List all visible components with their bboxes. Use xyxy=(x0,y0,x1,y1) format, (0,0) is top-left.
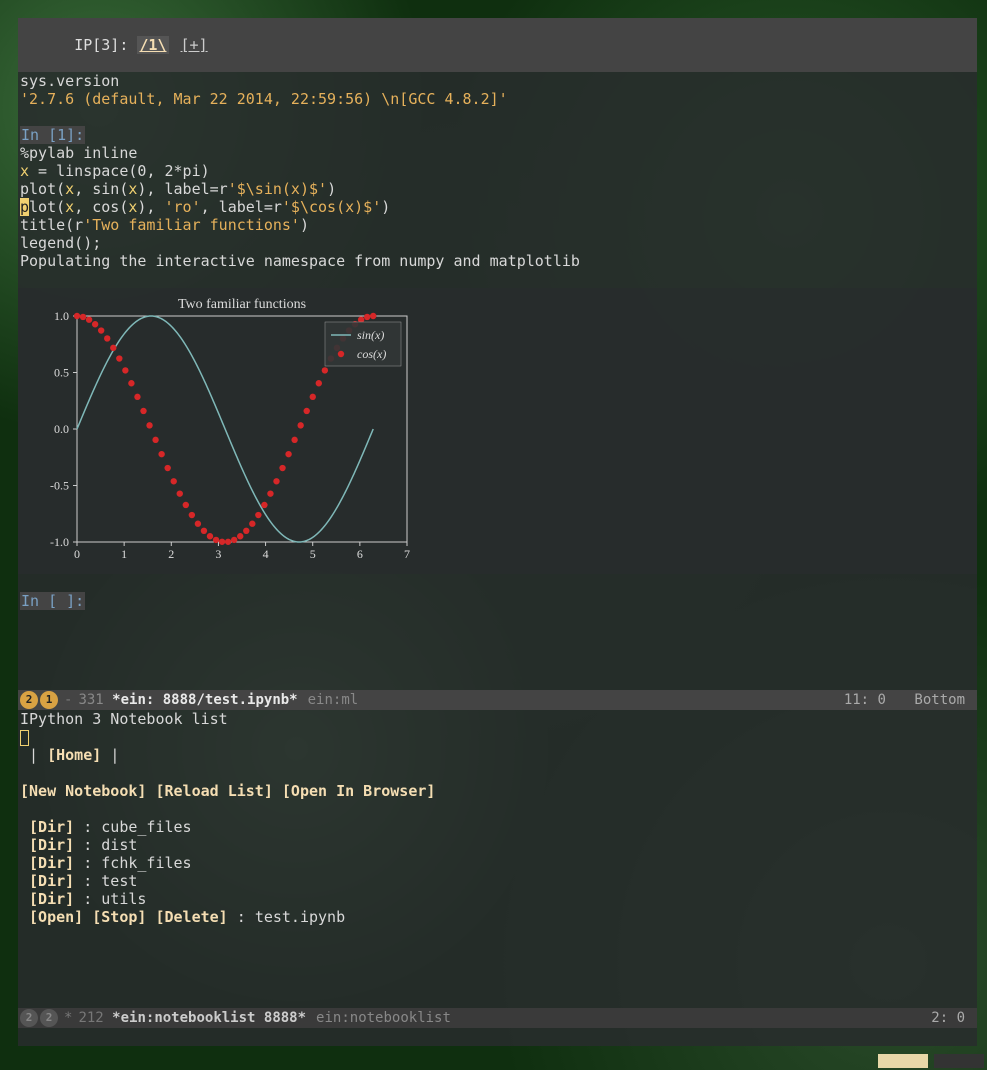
badge-frame: 2 xyxy=(20,1009,38,1027)
major-mode: ein:ml xyxy=(308,690,359,710)
svg-text:0.5: 0.5 xyxy=(54,366,69,380)
code-line[interactable]: plot(x, cos(x), 'ro', label=r'$\cos(x)$'… xyxy=(18,198,977,216)
svg-text:7: 7 xyxy=(404,547,410,561)
cursor-position: 2: 0 xyxy=(931,1010,965,1026)
dir-tag[interactable]: [Dir] xyxy=(29,854,74,872)
cell-prompt: In [1]: xyxy=(18,126,977,144)
dir-row: [Dir] : utils xyxy=(18,890,977,908)
buffer-name[interactable]: *ein:notebooklist 8888* xyxy=(112,1008,306,1028)
code-line[interactable]: sys.version xyxy=(18,72,977,90)
emacs-top-pane[interactable]: IP[3]: /1\ [+] sys.version '2.7.6 (defau… xyxy=(18,18,977,690)
svg-text:sin(x): sin(x) xyxy=(357,328,384,342)
minibuffer[interactable] xyxy=(18,1028,977,1046)
notebooklist-title: IPython 3 Notebook list xyxy=(18,710,977,728)
svg-text:cos(x): cos(x) xyxy=(357,347,386,361)
svg-text:6: 6 xyxy=(357,547,363,561)
code-line[interactable]: plot(x, sin(x), label=r'$\sin(x)$') xyxy=(18,180,977,198)
dir-tag[interactable]: [Dir] xyxy=(29,818,74,836)
text-cursor: p xyxy=(20,198,29,216)
dir-tag[interactable]: [Dir] xyxy=(29,872,74,890)
svg-text:4: 4 xyxy=(263,547,269,561)
modeline-bottom: 2 2 * 212 *ein:notebooklist 8888* ein:no… xyxy=(18,1008,977,1028)
breadcrumb-bar: | [Home] | xyxy=(18,746,977,764)
badge-window: 2 xyxy=(40,1009,58,1027)
workspace-current[interactable]: /1\ xyxy=(137,36,168,54)
output-line: Populating the interactive namespace fro… xyxy=(18,252,977,270)
svg-text:-1.0: -1.0 xyxy=(50,535,69,549)
line-number: 212 xyxy=(78,1008,103,1028)
file-name[interactable]: test.ipynb xyxy=(255,908,345,926)
svg-text:1: 1 xyxy=(121,547,127,561)
file-row: [Open] [Stop] [Delete] : test.ipynb xyxy=(18,908,977,926)
taskbar-item[interactable] xyxy=(934,1054,984,1068)
dir-row: [Dir] : test xyxy=(18,872,977,890)
matplotlib-figure: Two familiar functions 0 1 2 3 4 5 6 7 -1.0 -0.5 0.… xyxy=(22,294,417,564)
dir-row: [Dir] : dist xyxy=(18,836,977,854)
dir-row: [Dir] : cube_files xyxy=(18,818,977,836)
home-link[interactable]: [Home] xyxy=(47,746,101,764)
svg-text:3: 3 xyxy=(215,547,221,561)
delete-button[interactable]: [Delete] xyxy=(155,908,227,926)
scroll-position: Bottom xyxy=(914,692,965,708)
major-mode: ein:notebooklist xyxy=(316,1008,451,1028)
dir-name[interactable]: utils xyxy=(101,890,146,908)
dir-row: [Dir] : fchk_files xyxy=(18,854,977,872)
dir-tag[interactable]: [Dir] xyxy=(29,836,74,854)
chart-output: Two familiar functions 0 1 2 3 4 5 6 7 -1.0 -0.5 0.… xyxy=(18,288,977,574)
workspace-add[interactable]: [+] xyxy=(178,36,211,54)
modeline-top: 2 1 - 331 *ein: 8888/test.ipynb* ein:ml … xyxy=(18,690,977,710)
dir-tag[interactable]: [Dir] xyxy=(29,890,74,908)
svg-text:2: 2 xyxy=(168,547,174,561)
dir-name[interactable]: fchk_files xyxy=(101,854,191,872)
svg-text:1.0: 1.0 xyxy=(54,309,69,323)
svg-text:Two familiar functions: Two familiar functions xyxy=(178,297,306,312)
open-in-browser-button[interactable]: [Open In Browser] xyxy=(282,782,436,800)
open-button[interactable]: [Open] xyxy=(29,908,83,926)
cursor-position: 11: 0 xyxy=(844,692,886,708)
new-notebook-button[interactable]: [New Notebook] xyxy=(20,782,146,800)
taskbar-item[interactable] xyxy=(878,1054,928,1068)
stop-button[interactable]: [Stop] xyxy=(92,908,146,926)
notebooklist-actions: [New Notebook] [Reload List] [Open In Br… xyxy=(18,782,977,800)
cell-prompt-empty[interactable]: In [ ]: xyxy=(18,592,977,610)
svg-text:0: 0 xyxy=(74,547,80,561)
text-cursor xyxy=(20,730,29,746)
svg-text:5: 5 xyxy=(310,547,316,561)
reload-list-button[interactable]: [Reload List] xyxy=(155,782,272,800)
output-line: '2.7.6 (default, Mar 22 2014, 22:59:56) … xyxy=(18,90,977,108)
code-line[interactable]: title(r'Two familiar functions') xyxy=(18,216,977,234)
code-line[interactable]: %pylab inline xyxy=(18,144,977,162)
workspace-bar: IP[3]: /1\ [+] xyxy=(18,18,977,72)
taskbar xyxy=(0,1052,987,1070)
badge-window: 1 xyxy=(40,691,58,709)
dir-name[interactable]: test xyxy=(101,872,137,890)
badge-frame: 2 xyxy=(20,691,38,709)
dir-name[interactable]: dist xyxy=(101,836,137,854)
svg-text:-0.5: -0.5 xyxy=(50,479,69,493)
svg-text:0.0: 0.0 xyxy=(54,422,69,436)
emacs-bottom-pane[interactable]: IPython 3 Notebook list | [Home] | [New … xyxy=(18,710,977,1008)
dir-name[interactable]: cube_files xyxy=(101,818,191,836)
line-number: 331 xyxy=(78,690,103,710)
buffer-name[interactable]: *ein: 8888/test.ipynb* xyxy=(112,690,297,710)
code-line[interactable]: x = linspace(0, 2*pi) xyxy=(18,162,977,180)
ip-label: IP[3]: xyxy=(74,36,128,54)
code-line[interactable]: legend(); xyxy=(18,234,977,252)
